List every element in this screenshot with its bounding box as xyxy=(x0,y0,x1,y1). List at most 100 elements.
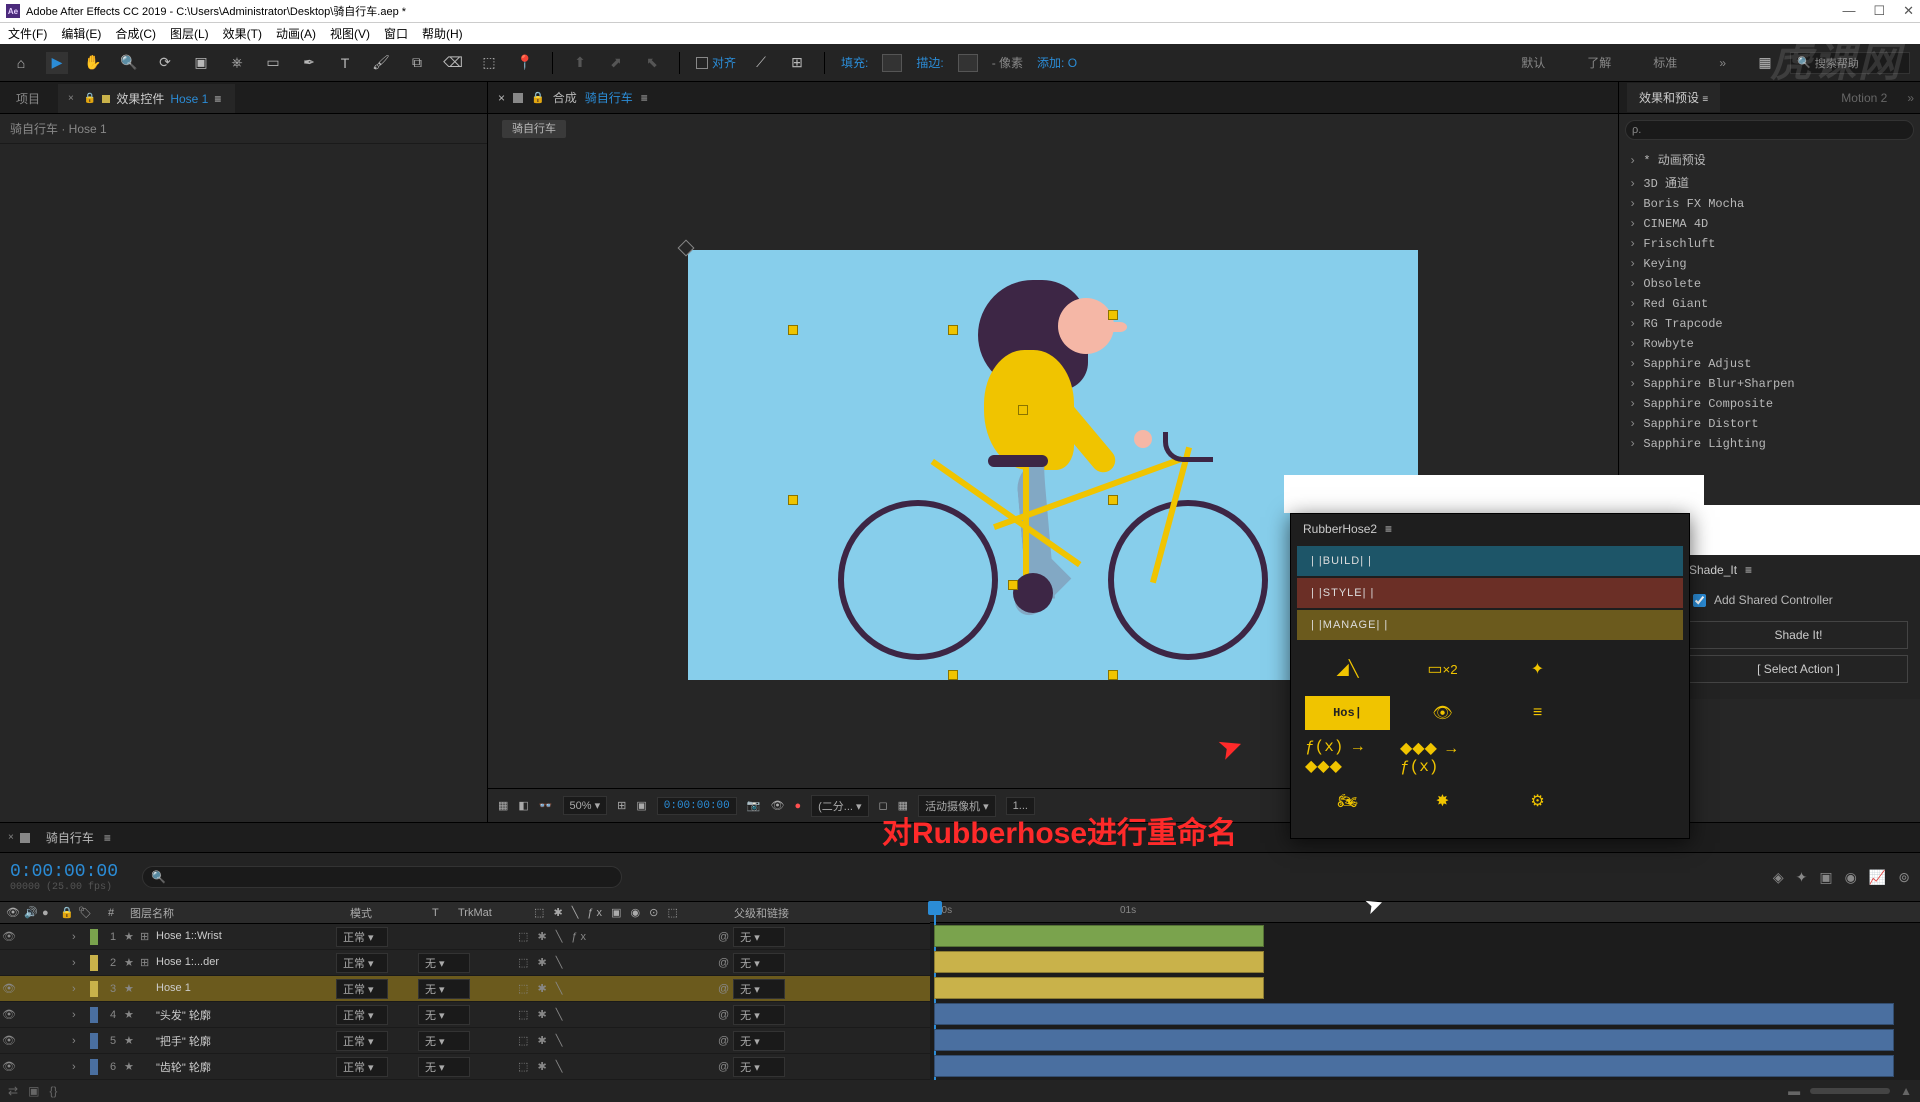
layer-row[interactable]: ›2★⊞Hose 1:...der正常 ▾无 ▾⬚ ✱ ╲ @无 ▾ xyxy=(0,950,930,976)
zoom-in-icon[interactable]: ▲ xyxy=(1900,1084,1912,1098)
workspace-standard[interactable]: 标准 xyxy=(1639,54,1691,71)
camera-tool-icon[interactable]: ▣ xyxy=(190,52,212,74)
comp-panel-menu-icon[interactable]: ≡ xyxy=(641,91,648,105)
shadeit-menu-icon[interactable]: ≡ xyxy=(1745,563,1752,577)
viewer-res-icon[interactable]: ⊞ xyxy=(617,799,626,812)
viewer-alpha-icon[interactable]: ▦ xyxy=(498,799,508,812)
menu-file[interactable]: 文件(F) xyxy=(8,25,47,42)
track-matte[interactable]: 无 ▾ xyxy=(418,1031,518,1051)
stroke-label[interactable]: 描边: xyxy=(916,54,943,71)
stroke-width[interactable]: - 像素 xyxy=(992,54,1023,71)
label-color[interactable] xyxy=(90,1059,98,1075)
close-icon[interactable]: ✕ xyxy=(1903,3,1914,19)
rh-controller-icon[interactable]: ◢╲ xyxy=(1305,652,1390,686)
footer-icon[interactable]: ▣ xyxy=(28,1084,39,1098)
layer-switches[interactable]: ⬚ ✱ ╲ ƒx xyxy=(518,930,718,943)
timeline-search[interactable]: 🔍 xyxy=(142,866,622,888)
layer-switches[interactable]: ⬚ ✱ ╲ xyxy=(518,1034,718,1047)
track-matte[interactable]: 无 ▾ xyxy=(418,953,518,973)
hand-tool-icon[interactable]: ✋ xyxy=(82,52,104,74)
shadeit-run-button[interactable]: Shade It! xyxy=(1689,621,1908,649)
tab-project[interactable]: 项目 xyxy=(6,84,54,113)
tl-brain-icon[interactable]: ⊚ xyxy=(1898,869,1910,886)
maximize-icon[interactable]: ☐ xyxy=(1873,3,1885,19)
visibility-toggle-icon[interactable]: 👁 xyxy=(0,1034,18,1047)
parent-link[interactable]: @无 ▾ xyxy=(718,1057,848,1077)
stroke-swatch[interactable] xyxy=(958,54,978,72)
label-color[interactable] xyxy=(90,1007,98,1023)
preset-item[interactable]: Sapphire Composite xyxy=(1619,394,1920,414)
layer-row[interactable]: 👁›5★"把手" 轮廓正常 ▾无 ▾⬚ ✱ ╲ @无 ▾ xyxy=(0,1028,930,1054)
preset-item[interactable]: RG Trapcode xyxy=(1619,314,1920,334)
visibility-toggle-icon[interactable]: 👁 xyxy=(0,930,18,943)
label-color[interactable] xyxy=(90,955,98,971)
comp-name-link[interactable]: 骑自行车 xyxy=(585,89,633,106)
parent-link[interactable]: @无 ▾ xyxy=(718,979,848,999)
anchor-diamond-icon[interactable] xyxy=(678,240,695,257)
preset-item[interactable]: Frischluft xyxy=(1619,234,1920,254)
rubberhose-drag-bar[interactable] xyxy=(1284,475,1704,513)
layer-row[interactable]: 👁›1★⊞Hose 1::Wrist正常 ▾⬚ ✱ ╲ ƒx@无 ▾ xyxy=(0,924,930,950)
layer-bar[interactable] xyxy=(934,925,1264,947)
label-color[interactable] xyxy=(90,1033,98,1049)
preset-item[interactable]: CINEMA 4D xyxy=(1619,214,1920,234)
tl-graph-icon[interactable]: 📈 xyxy=(1869,869,1886,886)
rubberhose-build-section[interactable]: | | BUILD | | xyxy=(1297,546,1683,576)
rubberhose-manage-section[interactable]: | | MANAGE | | xyxy=(1297,610,1683,640)
tab-effect-controls[interactable]: × 🔒 效果控件 Hose 1 ≡ xyxy=(58,84,235,113)
menu-composition[interactable]: 合成(C) xyxy=(115,25,156,42)
layer-switches[interactable]: ⬚ ✱ ╲ xyxy=(518,982,718,995)
parent-link[interactable]: @无 ▾ xyxy=(718,953,848,973)
layer-row[interactable]: 👁›4★"头发" 轮廓正常 ▾无 ▾⬚ ✱ ╲ @无 ▾ xyxy=(0,1002,930,1028)
menu-effect[interactable]: 效果(T) xyxy=(223,25,262,42)
pan-behind-tool-icon[interactable]: ⎈ xyxy=(226,52,248,74)
rh-motorcycle-icon[interactable]: 🏍 xyxy=(1305,784,1390,818)
layer-name[interactable]: Hose 1 xyxy=(156,982,336,995)
twirl-icon[interactable]: › xyxy=(72,1061,86,1073)
viewer-3d-icon[interactable]: 👓 xyxy=(539,799,553,812)
menu-layer[interactable]: 图层(L) xyxy=(170,25,209,42)
layer-name[interactable]: "把手" 轮廓 xyxy=(156,1033,336,1049)
zoom-tool-icon[interactable]: 🔍 xyxy=(118,52,140,74)
viewer-mask-icon[interactable]: ◧ xyxy=(518,799,528,812)
current-time[interactable]: 0:00:00:00 xyxy=(10,862,118,882)
pickwhip-icon[interactable]: @ xyxy=(718,957,729,969)
tl-shy-icon[interactable]: ✦ xyxy=(1796,869,1808,886)
preset-item[interactable]: Sapphire Blur+Sharpen xyxy=(1619,374,1920,394)
visibility-toggle-icon[interactable]: 👁 xyxy=(0,1060,18,1073)
view-axis-icon[interactable]: ⬉ xyxy=(641,52,663,74)
layer-bar[interactable] xyxy=(934,1029,1894,1051)
blend-mode[interactable]: 正常 ▾ xyxy=(336,979,418,999)
preset-item[interactable]: Obsolete xyxy=(1619,274,1920,294)
time-ruler[interactable]: 00s 01s xyxy=(930,901,1920,923)
twirl-icon[interactable]: › xyxy=(72,983,86,995)
twirl-icon[interactable]: › xyxy=(72,931,86,943)
orbit-tool-icon[interactable]: ⟳ xyxy=(154,52,176,74)
rh-duplicate-icon[interactable]: ▭×2 xyxy=(1400,652,1485,686)
rubberhose-menu-icon[interactable]: ≡ xyxy=(1385,522,1392,536)
local-axis-icon[interactable]: ⬆ xyxy=(569,52,591,74)
tl-frame-blend-icon[interactable]: ▣ xyxy=(1819,869,1832,886)
type-tool-icon[interactable]: T xyxy=(334,52,356,74)
layer-row[interactable]: 👁›6★"齿轮" 轮廓正常 ▾无 ▾⬚ ✱ ╲ @无 ▾ xyxy=(0,1054,930,1080)
snap-label[interactable]: 对齐 xyxy=(712,54,736,71)
blend-mode[interactable]: 正常 ▾ xyxy=(336,1031,418,1051)
timeline-tab-close-icon[interactable]: × xyxy=(8,832,14,843)
blend-mode[interactable]: 正常 ▾ xyxy=(336,1057,418,1077)
visibility-toggle-icon[interactable]: 👁 xyxy=(0,982,18,995)
track-matte[interactable]: 无 ▾ xyxy=(418,1057,518,1077)
selection-tool-icon[interactable]: ▶ xyxy=(46,52,68,74)
workspace-learn[interactable]: 了解 xyxy=(1573,54,1625,71)
rh-center-icon[interactable]: ✦ xyxy=(1495,652,1580,686)
rh-rename-input[interactable]: Hos| xyxy=(1305,696,1390,730)
preset-item[interactable]: 3D 通道 xyxy=(1619,171,1920,194)
viewer-grid-icon[interactable]: ▣ xyxy=(636,799,646,812)
effects-search[interactable]: ρ. xyxy=(1625,120,1914,140)
rh-gear-icon[interactable]: ⚙ xyxy=(1495,784,1580,818)
viewer-snapshot-icon[interactable]: 📷 xyxy=(747,799,761,812)
track-matte[interactable]: 无 ▾ xyxy=(418,979,518,999)
shape-tool-icon[interactable]: ▭ xyxy=(262,52,284,74)
layer-switches[interactable]: ⬚ ✱ ╲ xyxy=(518,1008,718,1021)
twirl-icon[interactable]: › xyxy=(72,1009,86,1021)
tab-close-icon[interactable]: × xyxy=(68,93,74,104)
